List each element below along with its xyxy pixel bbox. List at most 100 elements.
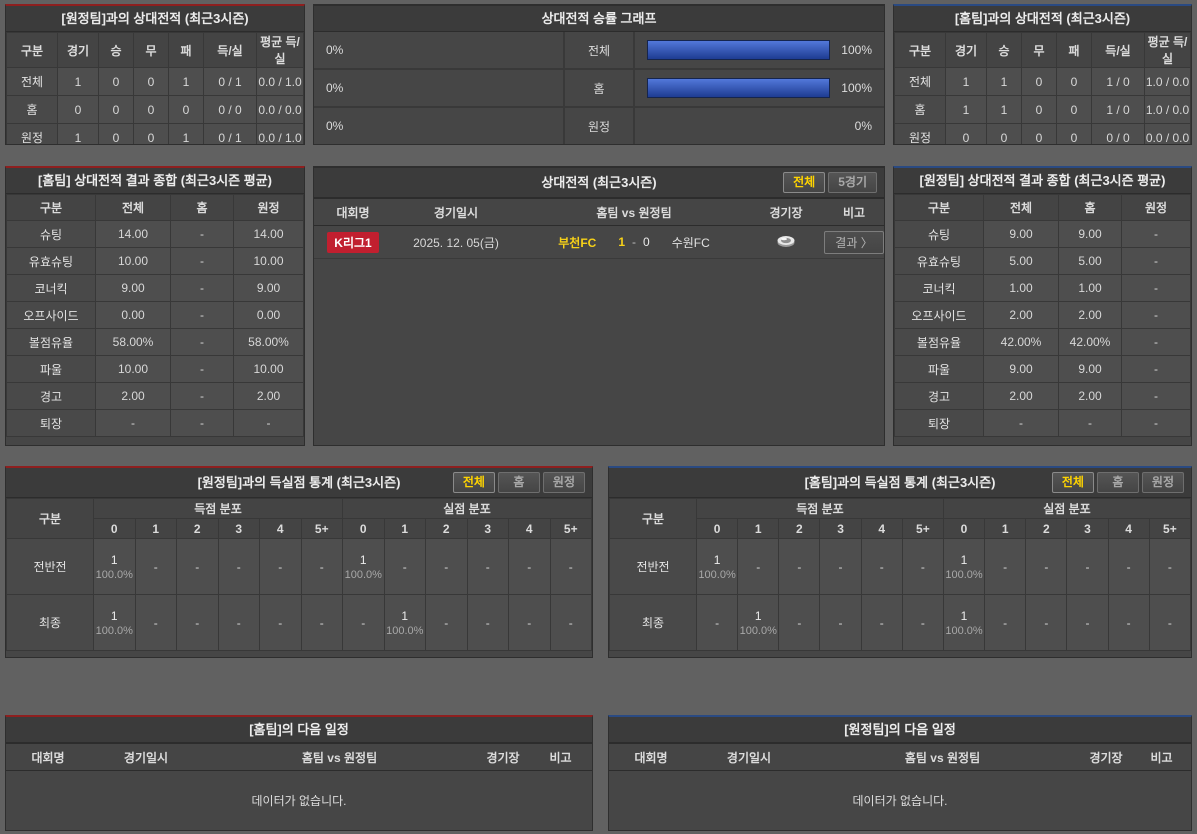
match-score-cell: 부천FC1-0수원FC <box>520 226 748 259</box>
header-row: 구분전체홈원정 <box>895 195 1190 220</box>
score-divider: - <box>632 235 636 249</box>
distribution-cell: 1100.0% <box>94 539 135 594</box>
score-cols-row: 012345+012345+ <box>610 519 1190 538</box>
match-count: 1 <box>94 609 135 623</box>
row-label: 원정 <box>7 124 57 145</box>
data-cell: 0.00 <box>96 302 170 328</box>
column-header: 비고 <box>529 744 592 771</box>
column-header: 무 <box>134 33 168 67</box>
filter-tab-1[interactable]: 홈 <box>1097 472 1139 493</box>
distribution-cell: - <box>302 595 343 650</box>
row-label: 코너킥 <box>7 275 95 301</box>
panel-away-next-schedule: [원정팀]의 다음 일정 대회명경기일시홈팀 vs 원정팀경기장비고 데이터가 … <box>608 715 1192 831</box>
distribution-cell: - <box>551 595 592 650</box>
data-cell: 0.0 / 1.0 <box>257 68 303 95</box>
empty-data-message: 데이터가 없습니다. <box>6 771 592 829</box>
home-goal-stats-table: 구분득점 분포실점 분포012345+012345+전반전1100.0%----… <box>609 498 1191 651</box>
data-cell: 9.00 <box>984 221 1058 247</box>
score-col-header: 2 <box>177 519 218 538</box>
data-cell: - <box>1122 383 1190 409</box>
match-percent: 100.0% <box>94 569 135 581</box>
panel-title: [홈팀]과의 득실점 통계 (최근3시즌) 전체홈원정 <box>609 468 1191 498</box>
distribution-cell: - <box>468 595 509 650</box>
row-label: 전반전 <box>610 539 696 594</box>
data-cell: - <box>1122 302 1190 328</box>
graph-row: 0%전체100% <box>314 32 884 70</box>
result-button[interactable]: 결과 〉 <box>824 231 883 254</box>
data-cell: - <box>1122 221 1190 247</box>
corner-header: 구분 <box>7 499 93 538</box>
data-cell: 1 <box>58 68 98 95</box>
header-row: 대회명경기일시홈팀 vs 원정팀경기장비고 <box>609 744 1191 771</box>
graph-row: 0%홈100% <box>314 70 884 108</box>
row-label: 전체 <box>895 68 945 95</box>
data-cell: 1.0 / 0.0 <box>1145 96 1190 123</box>
distribution-cell: - <box>260 539 301 594</box>
filter-tab-0[interactable]: 전체 <box>1052 472 1094 493</box>
score-col-header: 4 <box>862 519 902 538</box>
home-h2h-table: 구분경기승무패득/실평균 득/실전체11001 / 01.0 / 0.0홈110… <box>894 32 1191 145</box>
score-col-header: 4 <box>1109 519 1149 538</box>
distribution-cell: - <box>260 595 301 650</box>
score-col-header: 3 <box>1067 519 1107 538</box>
score-col-header: 2 <box>426 519 467 538</box>
table-row: 오프사이드2.002.00- <box>895 302 1190 328</box>
distribution-cell: - <box>1067 539 1107 594</box>
filter-tab-0[interactable]: 전체 <box>783 172 825 193</box>
score-col-header: 3 <box>468 519 509 538</box>
filter-tab-1[interactable]: 5경기 <box>828 172 877 193</box>
filter-tab-2[interactable]: 원정 <box>543 472 585 493</box>
column-header: 득/실 <box>204 33 256 67</box>
filter-tab-1[interactable]: 홈 <box>498 472 540 493</box>
data-cell: - <box>984 410 1058 436</box>
data-cell: 0 <box>134 68 168 95</box>
filter-tab-0[interactable]: 전체 <box>453 472 495 493</box>
distribution-cell: - <box>820 539 860 594</box>
table-row: 슈팅9.009.00- <box>895 221 1190 247</box>
data-cell: 9.00 <box>234 275 303 301</box>
match-count: 1 <box>697 553 737 567</box>
match-count: 1 <box>343 553 384 567</box>
column-header: 홈 <box>1059 195 1121 220</box>
match-count: 1 <box>944 553 984 567</box>
graph-row-label: 원정 <box>563 108 635 144</box>
data-cell: 1 <box>987 68 1021 95</box>
panel-title: [원정팀]과의 득실점 통계 (최근3시즌) 전체홈원정 <box>6 468 592 498</box>
filter-tab-2[interactable]: 원정 <box>1142 472 1184 493</box>
column-header: 경기장 <box>748 199 824 226</box>
data-cell: 1 <box>987 96 1021 123</box>
column-header: 구분 <box>895 33 945 67</box>
league-cell: K리그1 <box>314 226 392 259</box>
header-row: 대회명경기일시홈팀 vs 원정팀경기장비고 <box>6 744 592 771</box>
data-cell: 2.00 <box>984 302 1058 328</box>
group-header-row: 구분득점 분포실점 분포 <box>610 499 1190 518</box>
panel-home-next-schedule: [홈팀]의 다음 일정 대회명경기일시홈팀 vs 원정팀경기장비고 데이터가 없… <box>5 715 593 831</box>
column-header: 승 <box>99 33 133 67</box>
panel-title: [홈팀] 상대전적 결과 종합 (최근3시즌 평균) <box>6 168 304 194</box>
distribution-cell: - <box>779 595 819 650</box>
distribution-cell: 1100.0% <box>343 539 384 594</box>
data-cell: - <box>171 356 233 382</box>
data-cell: 0 <box>169 96 203 123</box>
match-count: 1 <box>385 609 426 623</box>
match-row: K리그12025. 12. 05(금)부천FC1-0수원FC결과 〉 <box>314 226 884 259</box>
distribution-cell: 1100.0% <box>697 539 737 594</box>
distribution-cell: - <box>738 539 778 594</box>
data-cell: 0 / 0 <box>204 96 256 123</box>
away-side-zone: 100% <box>635 32 884 68</box>
data-cell: 14.00 <box>96 221 170 247</box>
distribution-cell: - <box>343 595 384 650</box>
data-cell: 1 <box>58 124 98 145</box>
column-header: 구분 <box>895 195 983 220</box>
data-cell: 10.00 <box>96 356 170 382</box>
score-col-header: 0 <box>944 519 984 538</box>
header-row: 구분전체홈원정 <box>7 195 303 220</box>
score-col-header: 0 <box>697 519 737 538</box>
table-row: 원정00000 / 00.0 / 0.0 <box>895 124 1190 145</box>
score-col-header: 1 <box>985 519 1025 538</box>
data-cell: 5.00 <box>1059 248 1121 274</box>
row-label: 전반전 <box>7 539 93 594</box>
score-cols-row: 012345+012345+ <box>7 519 591 538</box>
result-cell: 결과 〉 <box>824 226 884 259</box>
distribution-cell: - <box>862 595 902 650</box>
